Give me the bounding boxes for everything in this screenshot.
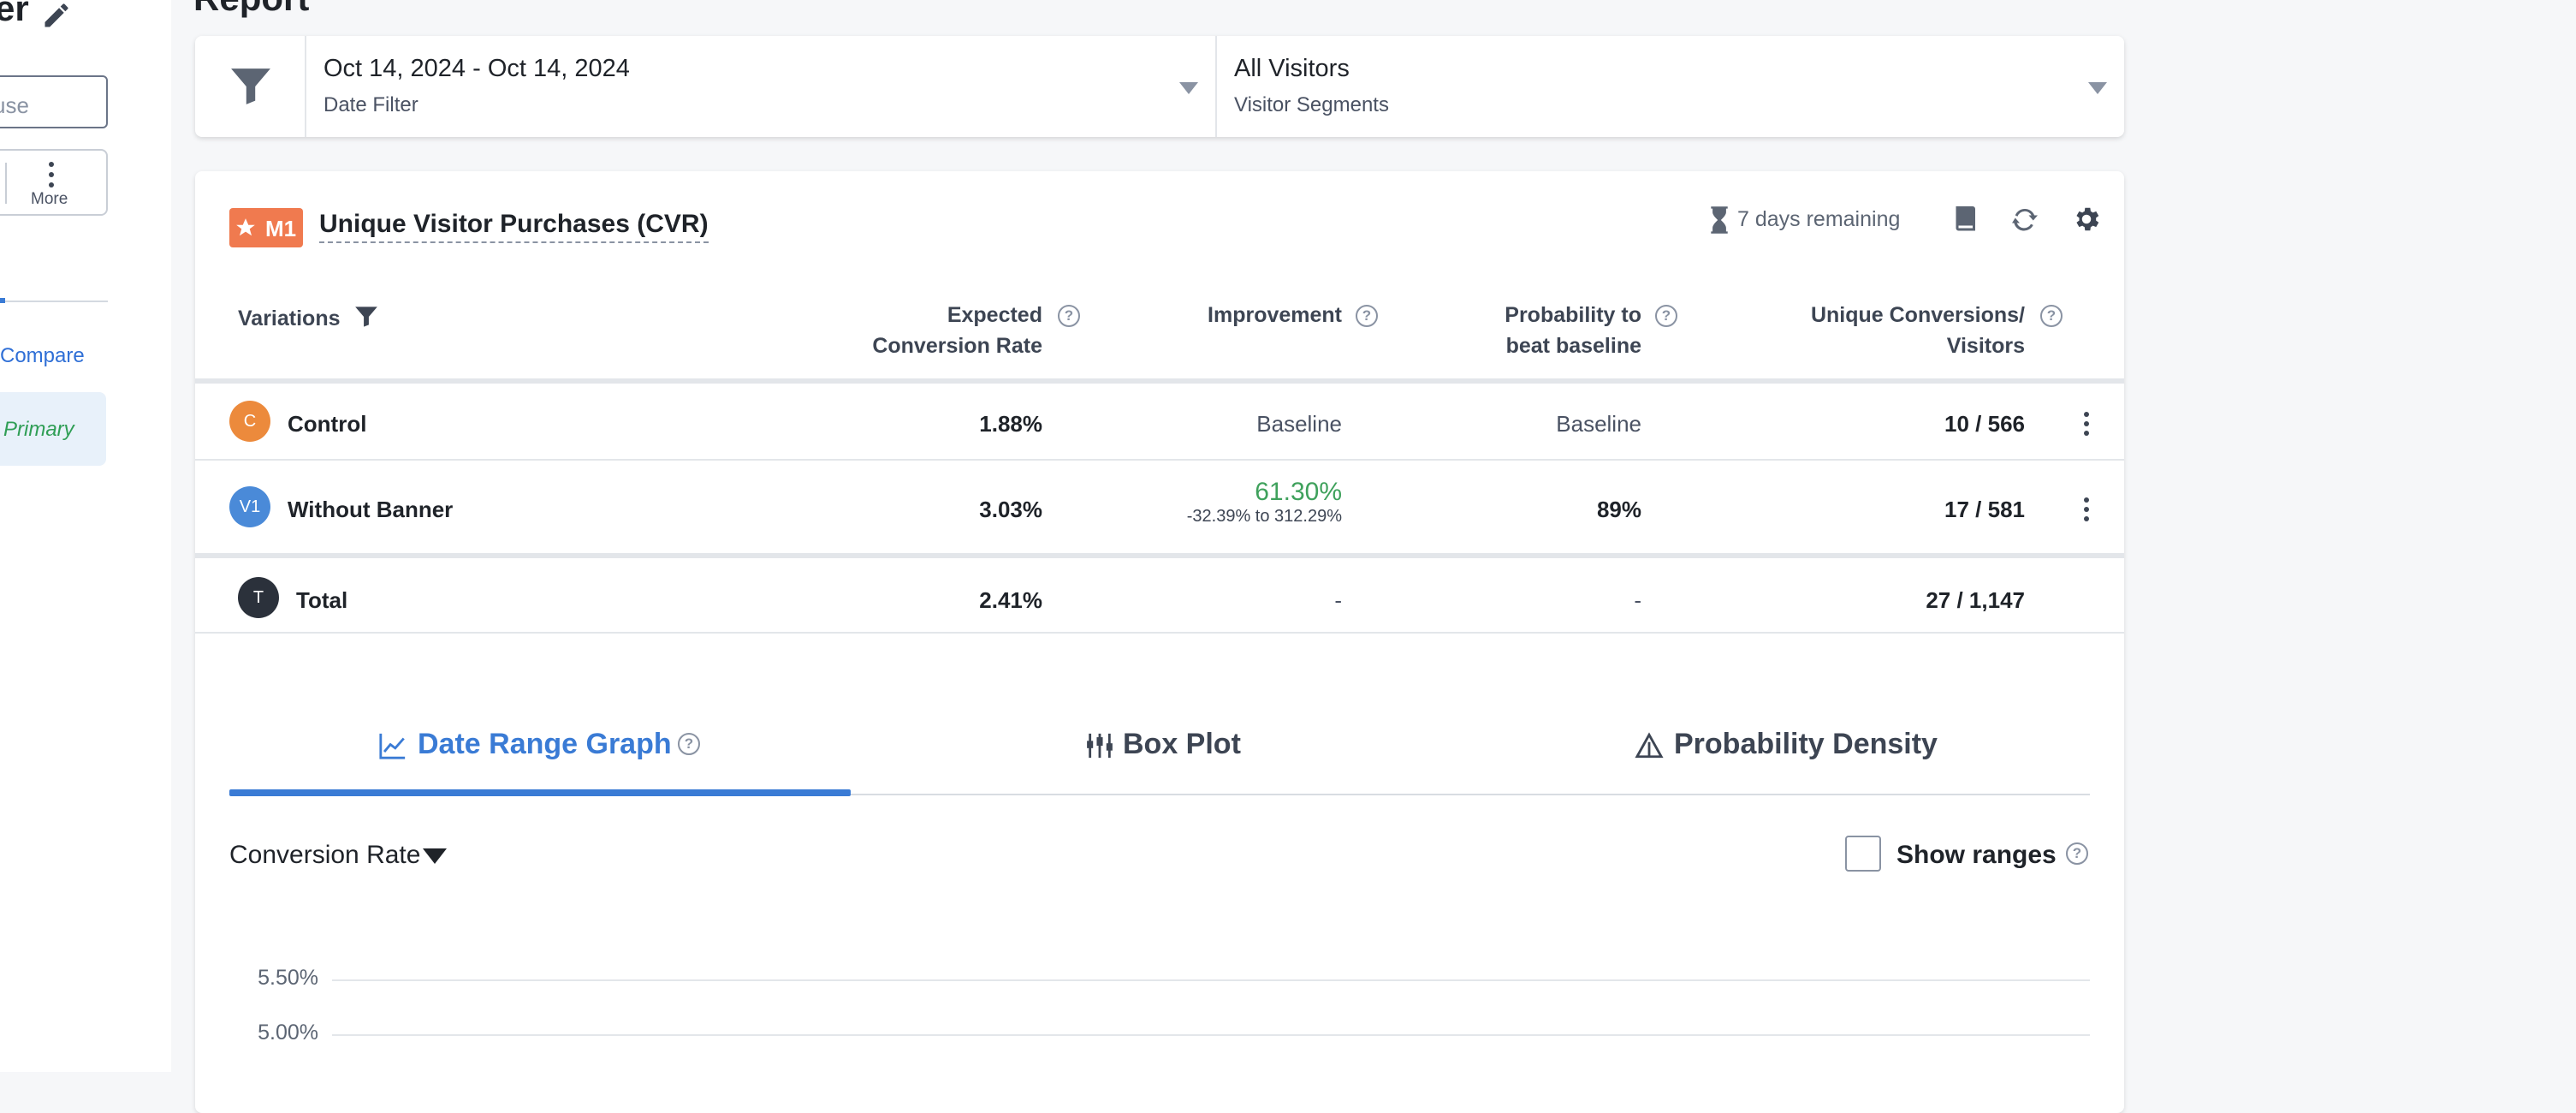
help-icon[interactable]: ? (2040, 305, 2063, 327)
filter-button[interactable] (195, 36, 306, 137)
left-panel: er use More Compare Primary (0, 0, 171, 1072)
total-label: Total (296, 587, 348, 613)
help-icon[interactable]: ? (1356, 305, 1378, 327)
date-filter-value: Oct 14, 2024 - Oct 14, 2024 (323, 55, 630, 82)
days-remaining: 7 days remaining (1737, 207, 1901, 231)
table-header-divider (195, 378, 2124, 384)
column-header-conversions: Unique Conversions/ Visitors (1718, 300, 2025, 361)
avatar: C (229, 401, 270, 442)
line-chart-icon (379, 733, 406, 759)
visitor-segments-dropdown[interactable]: All Visitors Visitor Segments (1215, 36, 2124, 137)
variation-name[interactable]: Without Banner (288, 497, 453, 523)
left-active-indicator (0, 298, 5, 303)
column-header-improvement: Improvement (1208, 303, 1342, 327)
conversions-value: 27 / 1,147 (1926, 587, 2025, 613)
column-header-variations: Variations (238, 307, 341, 330)
improvement-range: -32.39% to 312.29% (1186, 507, 1342, 526)
experiment-title-fragment: er (0, 0, 29, 28)
metric-card: M1 Unique Visitor Purchases (CVR) 7 days… (195, 171, 2124, 1113)
conversions-value: 10 / 566 (1944, 411, 2025, 437)
star-icon (236, 218, 255, 236)
header-line: beat baseline (1505, 334, 1641, 358)
column-header-expected-cvr: Expected Conversion Rate (828, 300, 1042, 361)
improvement-value: 61.30% (1255, 478, 1342, 506)
primary-label: Primary (3, 418, 74, 441)
more-vertical-icon[interactable] (2083, 411, 2090, 437)
compare-link[interactable]: Compare (0, 344, 85, 368)
header-line: Conversion Rate (872, 334, 1042, 358)
left-button-group: More (0, 149, 108, 216)
conversions-value: 17 / 581 (1944, 497, 2025, 522)
header-line: Expected (947, 303, 1042, 327)
help-icon[interactable]: ? (1655, 305, 1677, 327)
date-filter-dropdown[interactable]: Oct 14, 2024 - Oct 14, 2024 Date Filter (305, 36, 1217, 137)
probability-value: 89% (1596, 497, 1641, 522)
left-divider (0, 301, 108, 302)
pencil-icon[interactable] (41, 0, 72, 31)
left-text-field-value: use (0, 92, 29, 118)
probability-value: Baseline (1556, 411, 1641, 437)
column-header-probability: Probability to beat baseline (1427, 300, 1641, 361)
expected-cvr-value: 3.03% (979, 497, 1042, 522)
filter-icon[interactable] (354, 305, 378, 329)
improvement-value: Baseline (1256, 411, 1342, 437)
visitor-segments-value: All Visitors (1234, 55, 1350, 82)
density-icon (1635, 732, 1664, 759)
tab-label: Box Plot (1123, 728, 1241, 760)
show-ranges-label[interactable]: Show ranges (1896, 841, 2057, 870)
avatar: T (238, 577, 279, 618)
more-button[interactable]: More (31, 190, 68, 209)
gear-icon[interactable] (2071, 204, 2102, 235)
gridline (332, 1034, 2090, 1036)
avatar: V1 (229, 486, 270, 527)
chevron-down-icon (2088, 82, 2107, 94)
row-divider (195, 459, 2124, 461)
show-ranges-checkbox[interactable] (1845, 836, 1881, 872)
metric-title[interactable]: Unique Visitor Purchases (CVR) (319, 209, 709, 243)
expected-cvr-value: 1.88% (979, 411, 1042, 437)
hourglass-icon (1711, 206, 1728, 234)
filter-icon (231, 68, 270, 104)
left-text-field[interactable]: use (0, 75, 108, 128)
header-line: Visitors (1946, 334, 2025, 358)
refresh-icon[interactable] (2009, 204, 2040, 235)
box-plot-icon (1087, 733, 1113, 759)
header-line: Unique Conversions/ (1810, 303, 2025, 327)
book-icon[interactable] (1950, 204, 1980, 235)
date-filter-label: Date Filter (323, 93, 418, 116)
header-line: Probability to (1505, 303, 1641, 327)
y-tick-label: 5.00% (258, 1021, 318, 1045)
chevron-down-icon (1179, 82, 1198, 94)
total-divider (195, 553, 2124, 558)
tab-label: Probability Density (1674, 728, 1938, 760)
improvement-value: - (1334, 587, 1342, 613)
visitor-segments-label: Visitor Segments (1234, 93, 1389, 116)
primary-metric-badge: M1 (229, 208, 303, 247)
table-bottom-divider (195, 632, 2124, 634)
caret-down-icon[interactable] (423, 848, 447, 864)
y-tick-label: 5.50% (258, 966, 318, 990)
metric-select[interactable]: Conversion Rate (229, 841, 420, 870)
more-vertical-icon[interactable] (48, 161, 55, 188)
more-vertical-icon[interactable] (2083, 497, 2090, 522)
probability-value: - (1634, 587, 1641, 613)
expected-cvr-value: 2.41% (979, 587, 1042, 613)
gridline (332, 979, 2090, 981)
help-icon[interactable]: ? (678, 733, 700, 755)
tab-label: Date Range Graph (418, 728, 672, 760)
help-icon[interactable]: ? (1058, 305, 1080, 327)
button-divider (5, 163, 7, 204)
active-tab-indicator (229, 789, 851, 796)
metric-badge-text: M1 (265, 216, 297, 241)
help-icon[interactable]: ? (2066, 842, 2088, 865)
filter-bar: Oct 14, 2024 - Oct 14, 2024 Date Filter … (195, 36, 2124, 137)
improvement-cell: 61.30% -32.39% to 312.29% (1137, 478, 1342, 527)
variation-name[interactable]: Control (288, 411, 366, 437)
page-title: Report (193, 0, 309, 19)
